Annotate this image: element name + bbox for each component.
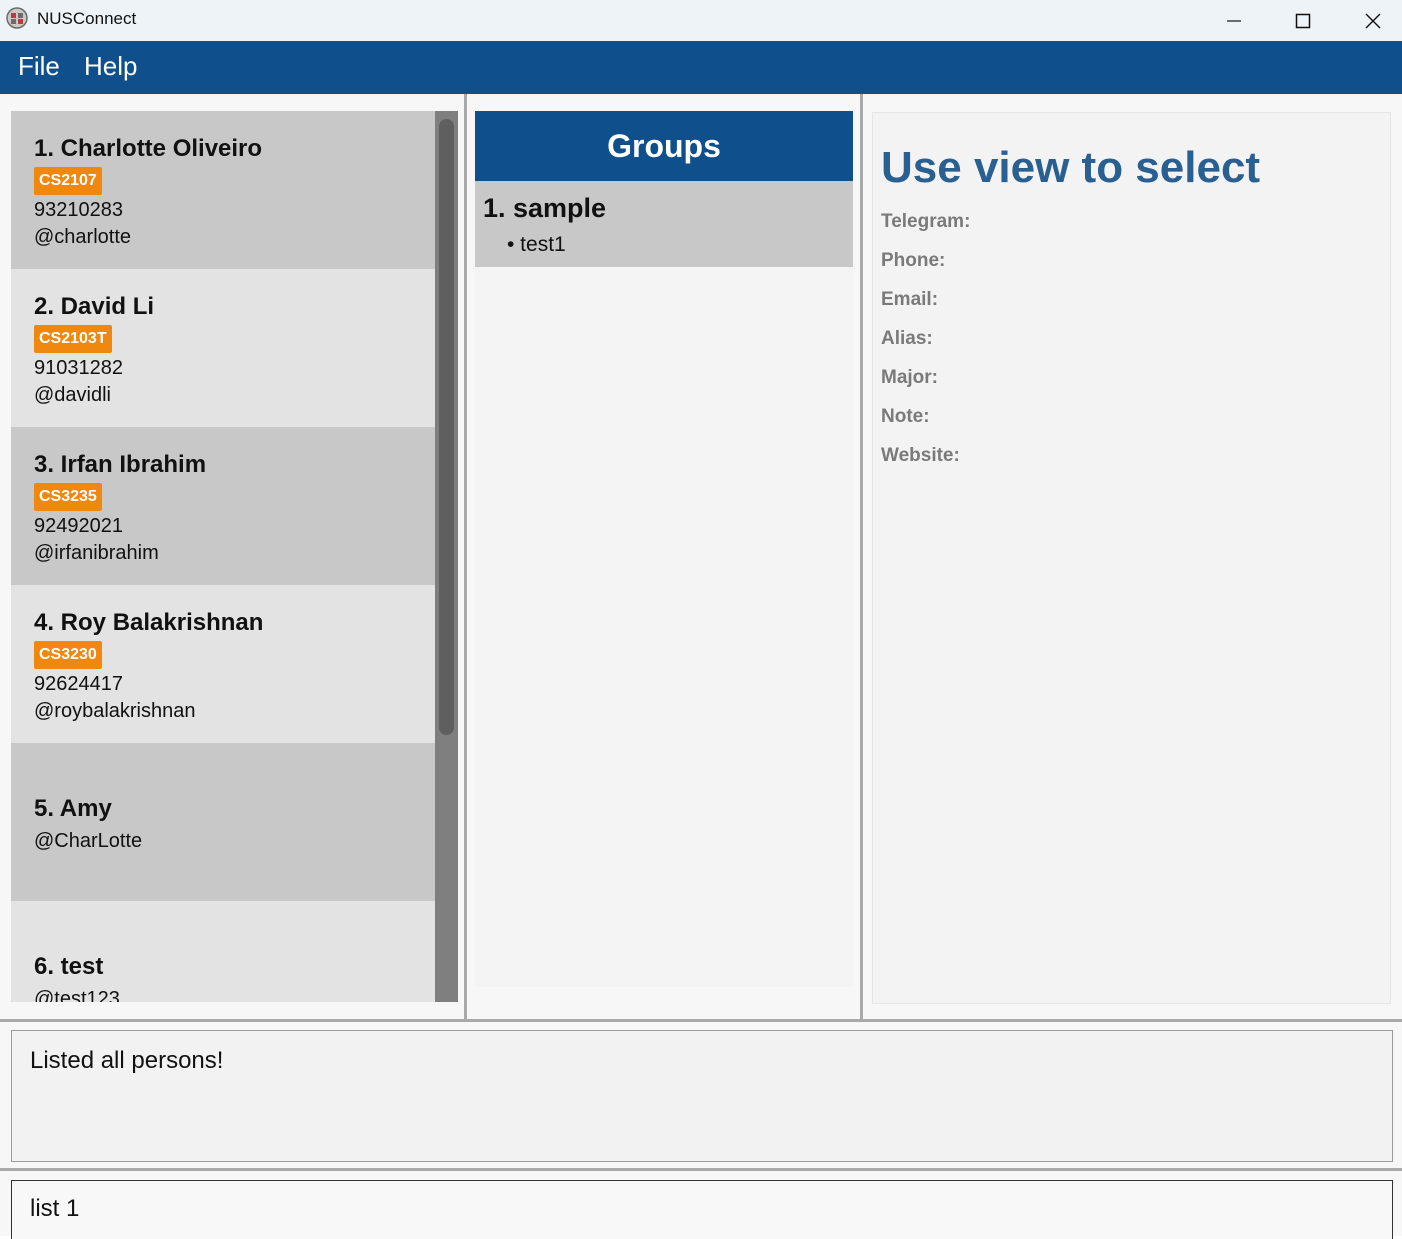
- person-card[interactable]: 1. Charlotte Oliveiro CS2107 93210283 @c…: [11, 111, 435, 269]
- person-phone: 91031282: [34, 357, 123, 379]
- panel-divider[interactable]: [464, 94, 467, 1022]
- field-website: Website:: [881, 445, 960, 466]
- person-telegram: @davidli: [34, 384, 112, 406]
- field-phone: Phone:: [881, 250, 946, 271]
- person-name: 5. Amy: [34, 795, 112, 822]
- person-card[interactable]: 4. Roy Balakrishnan CS3230 92624417 @roy…: [11, 585, 435, 743]
- person-telegram: @charlotte: [34, 226, 132, 248]
- module-tag: CS2107: [34, 167, 102, 195]
- person-detail-panel: Use view to select Telegram: Phone: Emai…: [872, 112, 1391, 1004]
- person-card[interactable]: 5. Amy @CharLotte: [11, 743, 435, 901]
- person-list-scrollbar[interactable]: [435, 111, 458, 1002]
- person-telegram: @irfanibrahim: [34, 542, 159, 564]
- menu-help[interactable]: Help: [84, 51, 137, 82]
- maximize-icon: [1295, 13, 1311, 28]
- module-tag: CS2103T: [34, 325, 112, 353]
- person-phone: 92624417: [34, 673, 123, 695]
- person-card[interactable]: 6. test @test123: [11, 901, 435, 1002]
- main-area: 1. Charlotte Oliveiro CS2107 93210283 @c…: [0, 94, 1402, 1022]
- person-list[interactable]: 1. Charlotte Oliveiro CS2107 93210283 @c…: [11, 111, 458, 1002]
- panel-divider[interactable]: [860, 94, 863, 1022]
- scrollbar-thumb[interactable]: [439, 119, 454, 735]
- module-tag: CS3235: [34, 483, 102, 511]
- result-text: Listed all persons!: [30, 1047, 224, 1074]
- person-phone: 93210283: [34, 199, 123, 221]
- minimize-button[interactable]: [1211, 0, 1257, 41]
- field-email: Email:: [881, 289, 939, 310]
- command-box[interactable]: list 1: [11, 1180, 1393, 1239]
- minimize-icon: [1227, 19, 1241, 22]
- person-telegram: @roybalakrishnan: [34, 700, 196, 722]
- group-member: • test1: [507, 233, 566, 256]
- field-alias: Alias:: [881, 328, 933, 349]
- groups-header: Groups: [475, 111, 853, 181]
- person-card[interactable]: 3. Irfan Ibrahim CS3235 92492021 @irfani…: [11, 427, 435, 585]
- window-title-bar: NUSConnect: [0, 0, 1402, 41]
- result-display-area: Listed all persons!: [0, 1022, 1402, 1169]
- person-name: 2. David Li: [34, 293, 155, 320]
- close-button[interactable]: [1350, 0, 1396, 41]
- group-card[interactable]: 1. sample • test1: [475, 181, 853, 267]
- window-title: NUSConnect: [37, 9, 137, 28]
- person-telegram: @CharLotte: [34, 830, 143, 852]
- field-major: Major:: [881, 367, 938, 388]
- person-name: 3. Irfan Ibrahim: [34, 451, 207, 478]
- person-telegram: @test123: [34, 988, 120, 1002]
- person-name: 1. Charlotte Oliveiro: [34, 135, 263, 162]
- result-display: Listed all persons!: [11, 1030, 1393, 1162]
- detail-title: Use view to select: [881, 143, 1261, 192]
- menu-file[interactable]: File: [18, 51, 60, 82]
- person-name: 6. test: [34, 953, 104, 980]
- maximize-button[interactable]: [1280, 0, 1326, 41]
- group-list[interactable]: 1. sample • test1: [475, 181, 853, 987]
- menu-bar: File Help: [0, 41, 1402, 94]
- command-area: list 1: [0, 1171, 1402, 1239]
- close-icon: [1365, 13, 1381, 28]
- field-telegram: Telegram:: [881, 211, 971, 232]
- group-name: 1. sample: [483, 193, 607, 223]
- command-input[interactable]: list 1: [30, 1195, 79, 1223]
- app-logo-icon: [6, 7, 28, 29]
- person-name: 4. Roy Balakrishnan: [34, 609, 264, 636]
- person-card[interactable]: 2. David Li CS2103T 91031282 @davidli: [11, 269, 435, 427]
- field-note: Note:: [881, 406, 930, 427]
- module-tag: CS3230: [34, 641, 102, 669]
- person-phone: 92492021: [34, 515, 123, 537]
